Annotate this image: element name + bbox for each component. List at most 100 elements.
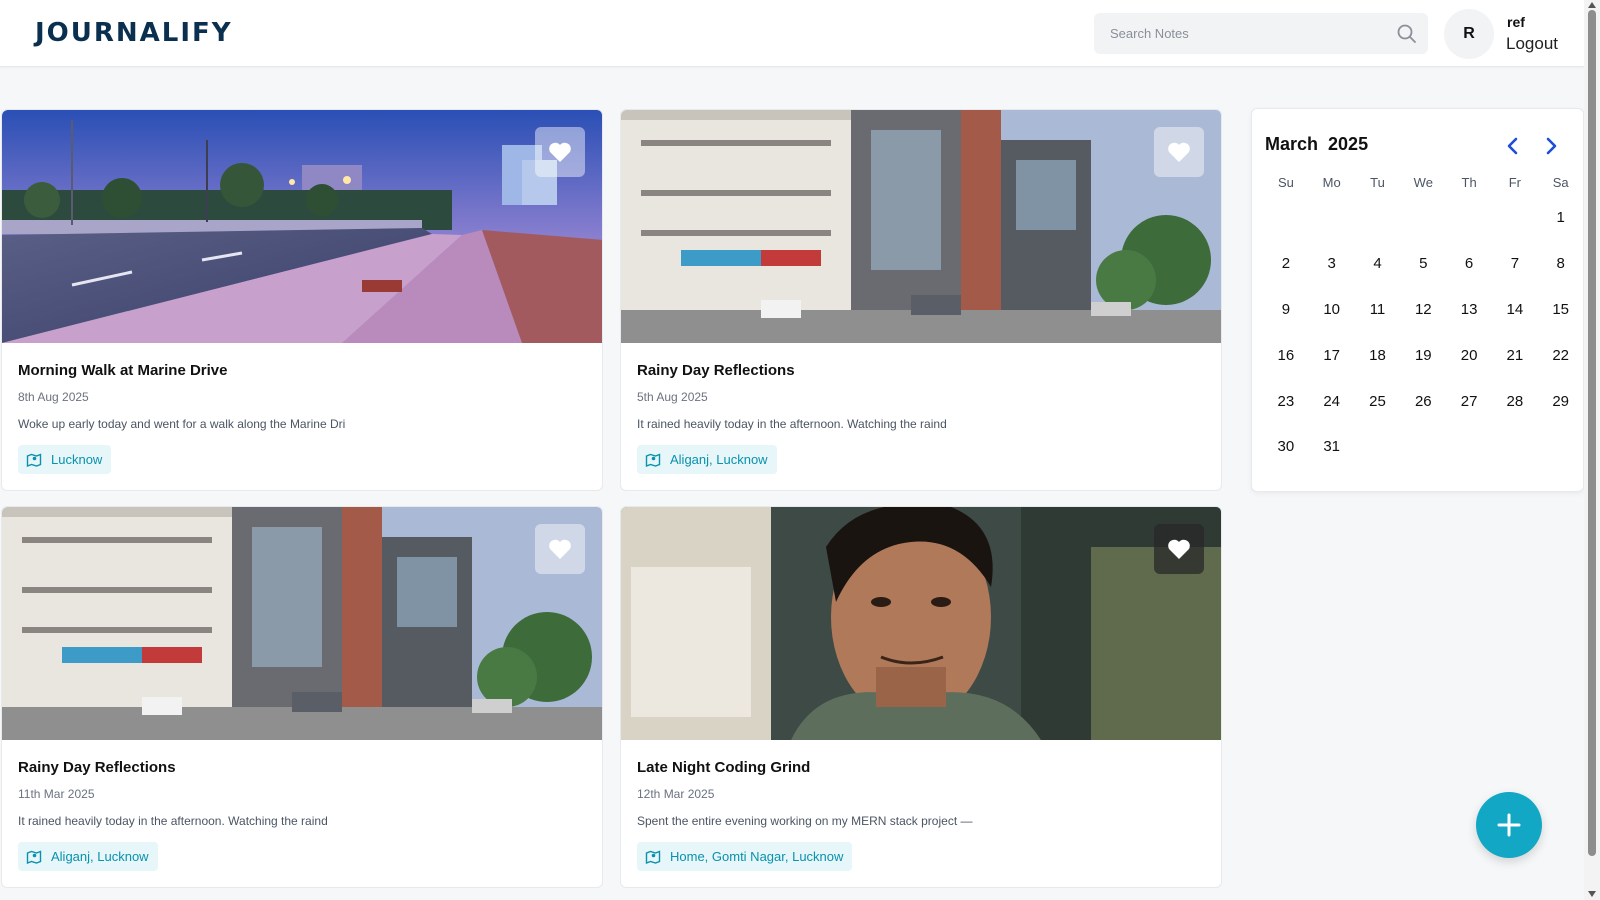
calendar-day[interactable]: 20 [1446,332,1492,378]
calendar-empty-cell [1446,195,1492,241]
calendar-year: 2025 [1328,134,1369,154]
chevron-left-icon[interactable] [1502,135,1524,157]
heart-icon [1168,142,1190,162]
weekday-label: Mo [1322,175,1341,190]
calendar-day[interactable]: 2 [1263,241,1309,287]
calendar-grid: Su Mo Tu We Th Fr Sa 1 2 3 4 5 6 7 8 9 10 11 12 13 14 15 16 17 1… [1263,175,1585,470]
journal-card[interactable]: Morning Walk at Marine Drive 8th Aug 202… [1,109,603,491]
calendar-day[interactable]: 7 [1492,241,1538,287]
chevron-right-icon[interactable] [1540,135,1562,157]
calendar-day[interactable]: 21 [1492,332,1538,378]
location-label: Home, Gomti Nagar, Lucknow [670,849,844,864]
calendar-day[interactable]: 18 [1355,332,1401,378]
location-chip[interactable]: Home, Gomti Nagar, Lucknow [637,842,853,871]
favorite-button[interactable] [1154,524,1204,574]
calendar-day[interactable]: 8 [1538,241,1584,287]
calendar-day[interactable]: 17 [1309,332,1355,378]
calendar-day[interactable]: 16 [1263,332,1309,378]
location-label: Lucknow [51,452,103,467]
calendar: March 2025 Su Mo Tu We Th Fr Sa 1 2 3 4 5 6 7 8 9 10 11 12… [1251,108,1584,492]
card-excerpt: It rained heavily today in the afternoon… [637,417,947,431]
weekday-label: Su [1277,175,1294,190]
map-icon [26,452,42,467]
location-chip[interactable]: Aliganj, Lucknow [18,842,158,871]
weekday-label: Th [1461,175,1477,190]
calendar-empty-cell [1263,195,1309,241]
heart-icon [549,142,571,162]
calendar-day[interactable]: 28 [1492,378,1538,424]
favorite-button[interactable] [535,127,585,177]
top-header: JOURNALIFY R ref Logout [0,0,1584,67]
weekday-label: Fr [1508,175,1522,190]
calendar-day[interactable]: 5 [1400,241,1446,287]
favorite-button[interactable] [535,524,585,574]
card-date: 11th Mar 2025 [18,787,95,801]
calendar-day[interactable]: 25 [1355,378,1401,424]
card-excerpt: Spent the entire evening working on my M… [637,814,973,828]
calendar-day[interactable]: 22 [1538,332,1584,378]
search-input[interactable] [1094,13,1374,54]
calendar-day[interactable]: 27 [1446,378,1492,424]
calendar-day[interactable]: 11 [1355,287,1401,333]
card-date: 5th Aug 2025 [637,390,708,404]
calendar-day[interactable]: 4 [1355,241,1401,287]
journal-card[interactable]: Rainy Day Reflections 5th Aug 2025 It ra… [620,109,1222,491]
card-date: 12th Mar 2025 [637,787,715,801]
calendar-empty-cell [1309,195,1355,241]
calendar-day[interactable]: 3 [1309,241,1355,287]
calendar-day[interactable]: 24 [1309,378,1355,424]
search-bar [1094,13,1428,54]
card-title: Rainy Day Reflections [637,362,795,379]
weekday-label: We [1413,175,1433,190]
card-excerpt: Woke up early today and went for a walk … [18,417,346,431]
scroll-down-arrow[interactable] [1588,891,1596,897]
map-icon [26,849,42,864]
calendar-empty-cell [1355,195,1401,241]
card-image[interactable] [2,507,602,740]
logout-button[interactable]: Logout [1506,34,1558,54]
journal-card[interactable]: Late Night Coding Grind 12th Mar 2025 Sp… [620,506,1222,888]
user-name: ref [1507,14,1525,30]
card-image[interactable] [621,507,1221,740]
calendar-day[interactable]: 1 [1538,195,1584,241]
location-chip[interactable]: Aliganj, Lucknow [637,445,777,474]
weekday-label: Sa [1552,175,1569,190]
calendar-day[interactable]: 14 [1492,287,1538,333]
scrollbar-thumb[interactable] [1588,10,1596,856]
add-note-button[interactable] [1476,792,1542,858]
calendar-month: March [1265,134,1319,154]
calendar-day[interactable]: 19 [1400,332,1446,378]
journal-card[interactable]: Rainy Day Reflections 11th Mar 2025 It r… [1,506,603,888]
calendar-day[interactable]: 26 [1400,378,1446,424]
location-label: Aliganj, Lucknow [51,849,149,864]
heart-icon [549,539,571,559]
card-image[interactable] [621,110,1221,343]
calendar-day[interactable]: 6 [1446,241,1492,287]
map-icon [645,452,661,467]
card-title: Rainy Day Reflections [18,759,176,776]
card-title: Late Night Coding Grind [637,759,811,776]
calendar-empty-cell [1400,195,1446,241]
calendar-day[interactable]: 9 [1263,287,1309,333]
scroll-up-arrow[interactable] [1588,2,1596,8]
page-scrollbar[interactable] [1584,0,1600,900]
weekday-label: Tu [1370,175,1385,190]
search-icon[interactable] [1396,23,1418,45]
avatar[interactable]: R [1444,9,1494,59]
calendar-day[interactable]: 13 [1446,287,1492,333]
app-logo[interactable]: JOURNALIFY [35,18,233,48]
calendar-day[interactable]: 15 [1538,287,1584,333]
location-chip[interactable]: Lucknow [18,445,112,474]
favorite-button[interactable] [1154,127,1204,177]
card-title: Morning Walk at Marine Drive [18,362,228,379]
calendar-month-year: March 2025 [1265,134,1368,155]
card-image[interactable] [2,110,602,343]
plus-icon [1497,813,1521,837]
calendar-day[interactable]: 30 [1263,424,1309,470]
calendar-day[interactable]: 10 [1309,287,1355,333]
calendar-day[interactable]: 31 [1309,424,1355,470]
calendar-day[interactable]: 23 [1263,378,1309,424]
map-icon [645,849,661,864]
calendar-day[interactable]: 29 [1538,378,1584,424]
calendar-day[interactable]: 12 [1400,287,1446,333]
